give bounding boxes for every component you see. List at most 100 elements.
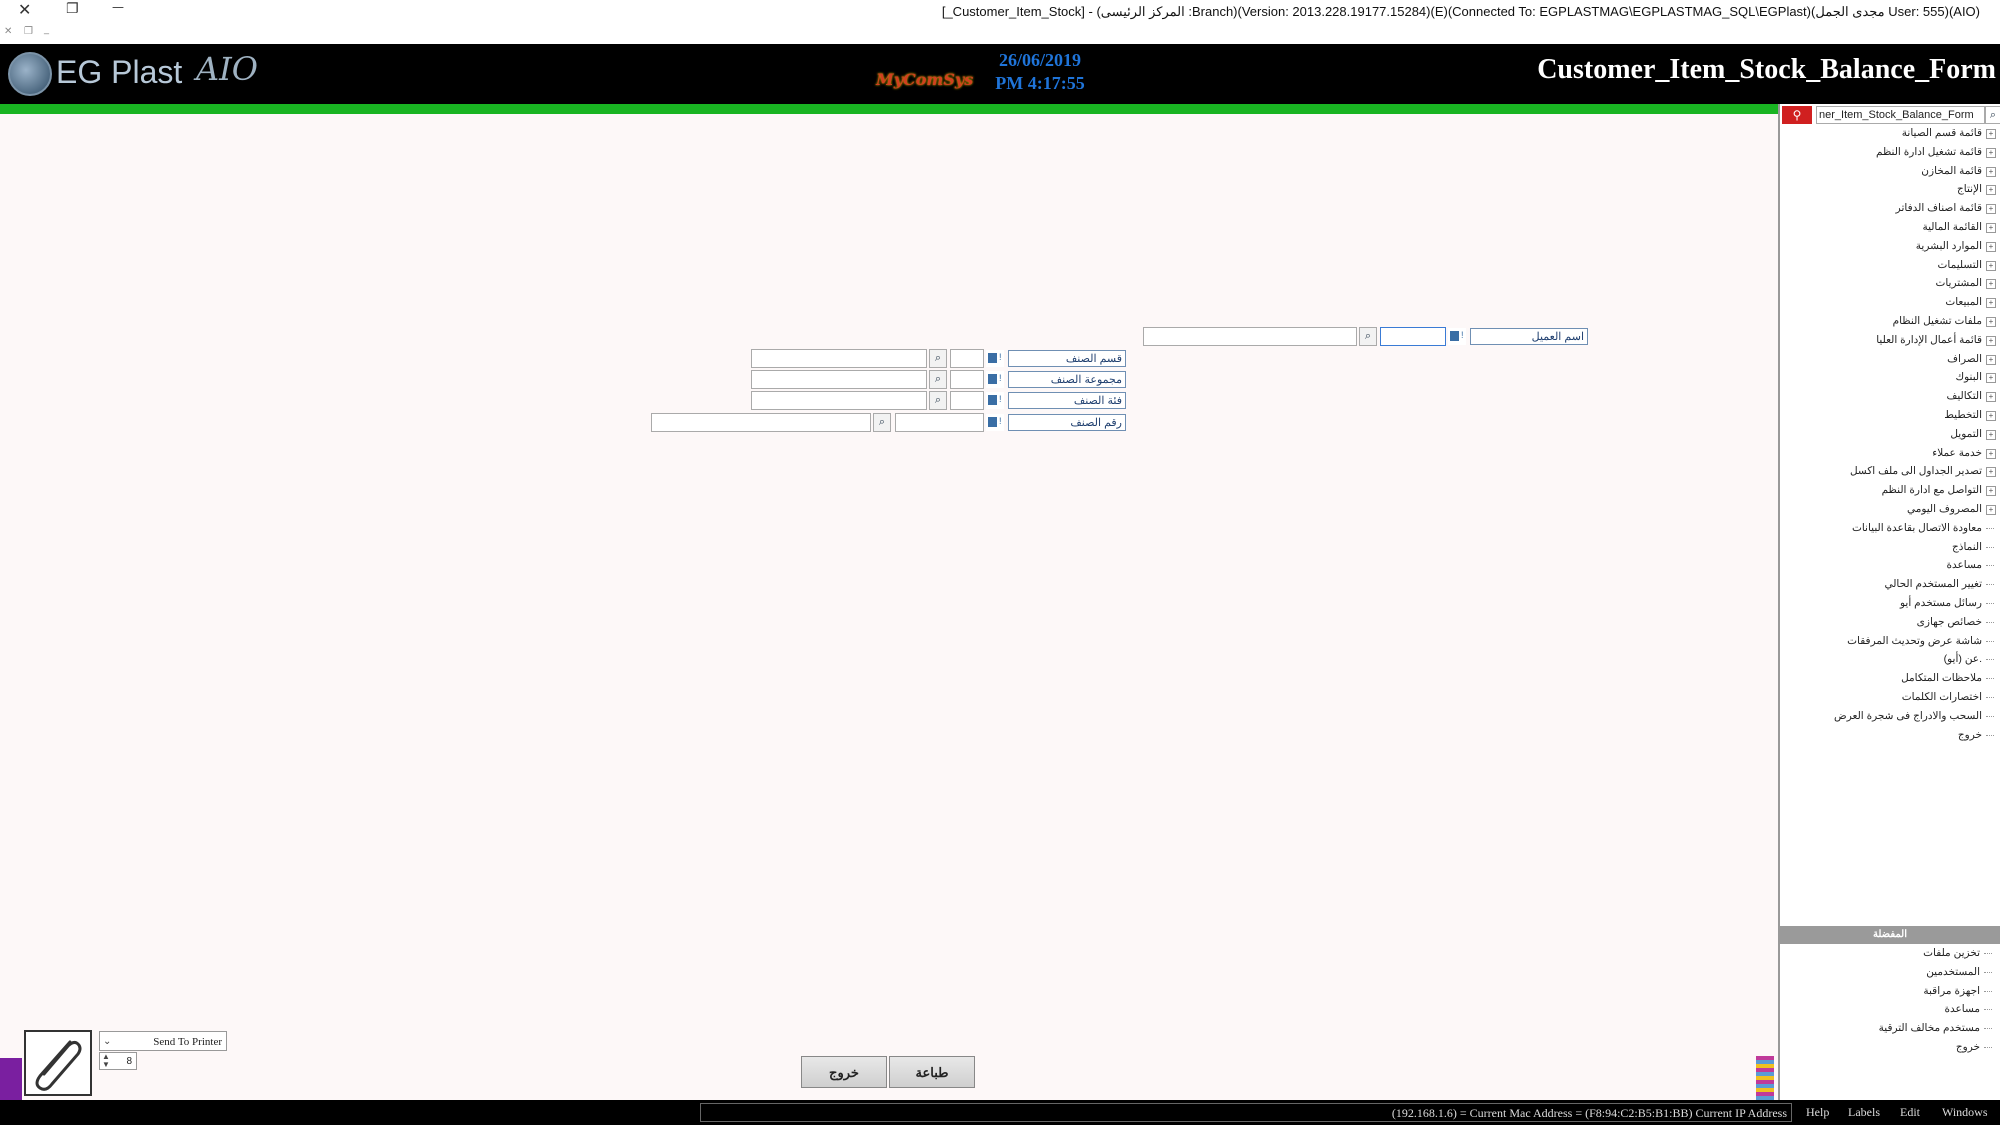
item-section-code-input[interactable] (950, 349, 984, 368)
tree-item[interactable]: شاشة عرض وتحديث المرفقات (1798, 632, 1998, 651)
expand-icon[interactable]: + (1986, 448, 1996, 459)
expand-icon[interactable]: + (1986, 335, 1996, 346)
expand-icon[interactable]: + (1986, 241, 1996, 252)
item-section-name-input[interactable] (751, 349, 927, 368)
restore-icon[interactable]: ❐ (66, 1, 79, 17)
tree-item[interactable]: خصائص جهازى (1798, 613, 1998, 632)
tree-item[interactable]: + ملفات تشغيل النظام (1798, 312, 1998, 331)
expand-icon[interactable]: + (1986, 298, 1996, 309)
tree-item[interactable]: ملاحظات المتكامل (1798, 669, 1998, 688)
tree-item[interactable]: + قائمة أعمال الإدارة العليا (1798, 331, 1998, 350)
attachment-button[interactable] (24, 1030, 92, 1096)
tree-item[interactable]: + خدمة عملاء (1798, 444, 1998, 463)
customer-name-input[interactable] (1143, 327, 1357, 346)
tree-item[interactable]: + قائمة قسم الصيانة (1798, 124, 1998, 143)
expand-icon[interactable]: + (1986, 204, 1996, 215)
tree-item[interactable]: السحب والادراج فى شجرة العرض (1798, 707, 1998, 726)
close-icon[interactable]: ✕ (18, 0, 31, 19)
item-section-checkbox[interactable]: ! (986, 350, 1004, 367)
sidebar-search-input[interactable]: ner_Item_Stock_Balance_Form (1816, 106, 1986, 124)
item-category-checkbox[interactable]: ! (986, 392, 1004, 409)
expand-icon[interactable]: + (1986, 354, 1996, 365)
tree-item[interactable]: + التخطيط (1798, 406, 1998, 425)
tree-item[interactable]: + تصدير الجداول الى ملف اكسل (1798, 462, 1998, 481)
tree-item[interactable]: + قائمة تشغيل ادارة النظم (1798, 143, 1998, 162)
stepper-arrows-icon[interactable]: ▲ ▼ (102, 1053, 110, 1069)
item-category-search-button[interactable]: ⌕ (929, 391, 947, 410)
exit-button[interactable]: خروج (801, 1056, 887, 1088)
tree-item[interactable]: + قائمة اصناف الدفاتر (1798, 199, 1998, 218)
tree-item[interactable]: + الموارد البشرية (1798, 237, 1998, 256)
right-side-tab[interactable] (1756, 1056, 1774, 1100)
tree-item[interactable]: خروج (1796, 1038, 1996, 1057)
expand-icon[interactable]: + (1986, 222, 1996, 233)
item-section-search-button[interactable]: ⌕ (929, 349, 947, 368)
mdi-restore-icon[interactable]: ❐ (24, 26, 33, 37)
expand-icon[interactable]: + (1986, 467, 1996, 478)
tree-item[interactable]: رسائل مستخدم أيو (1798, 594, 1998, 613)
tree-item[interactable]: اجهزة مراقبة (1796, 982, 1996, 1001)
tree-item[interactable]: مساعدة (1798, 556, 1998, 575)
menu-labels[interactable]: Labels (1848, 1105, 1880, 1120)
customer-code-input[interactable] (1380, 327, 1446, 346)
item-number-checkbox[interactable]: ! (986, 414, 1004, 431)
tree-item[interactable]: + البنوك (1798, 368, 1998, 387)
tree-item[interactable]: + الصراف (1798, 350, 1998, 369)
item-group-name-input[interactable] (751, 370, 927, 389)
expand-icon[interactable]: + (1986, 129, 1996, 139)
expand-icon[interactable]: + (1986, 185, 1996, 196)
item-number-name-input[interactable] (651, 413, 871, 432)
copies-stepper[interactable]: ▲ ▼ 8 (99, 1052, 137, 1070)
customer-checkbox[interactable]: ! (1448, 328, 1466, 345)
tree-item[interactable]: + التكاليف (1798, 387, 1998, 406)
tree-item[interactable]: مساعدة (1796, 1000, 1996, 1019)
tree-item[interactable]: مستخدم مخالف الترقية (1796, 1019, 1996, 1038)
printer-select[interactable]: ⌄ Send To Printer (99, 1031, 227, 1051)
mdi-minimize-icon[interactable]: _ (44, 24, 49, 35)
expand-icon[interactable]: + (1986, 504, 1996, 515)
expand-icon[interactable]: + (1986, 260, 1996, 271)
tree-item[interactable]: + التسليمات (1798, 256, 1998, 275)
expand-icon[interactable]: + (1986, 486, 1996, 497)
tree-item[interactable]: + الإنتاج (1798, 180, 1998, 199)
tree-item[interactable]: تخزين ملفات (1796, 944, 1996, 963)
tree-item[interactable]: النماذج (1798, 538, 1998, 557)
tree-item[interactable]: عن (أيو). (1798, 650, 1998, 669)
expand-icon[interactable]: + (1986, 316, 1996, 327)
menu-windows[interactable]: Windows (1942, 1105, 1988, 1120)
sidebar-search-icon[interactable]: ⌕ (1984, 106, 2000, 124)
item-category-name-input[interactable] (751, 391, 927, 410)
menu-help[interactable]: Help (1806, 1105, 1829, 1120)
expand-icon[interactable]: + (1986, 166, 1996, 177)
tree-item[interactable]: المستخدمين (1796, 963, 1996, 982)
item-number-search-button[interactable]: ⌕ (873, 413, 891, 432)
left-side-tab[interactable] (0, 1058, 22, 1100)
item-group-code-input[interactable] (950, 370, 984, 389)
expand-icon[interactable]: + (1986, 429, 1996, 440)
item-group-search-button[interactable]: ⌕ (929, 370, 947, 389)
minimize-icon[interactable]: — (112, 0, 124, 14)
tree-item[interactable]: + التمويل (1798, 425, 1998, 444)
expand-icon[interactable]: + (1986, 147, 1996, 158)
expand-icon[interactable]: + (1986, 410, 1996, 421)
tree-item[interactable]: + القائمة المالية (1798, 218, 1998, 237)
sidebar-search-button[interactable]: ⚲ (1782, 106, 1812, 124)
expand-icon[interactable]: + (1986, 373, 1996, 384)
item-number-code-input[interactable] (895, 413, 984, 432)
customer-search-button[interactable]: ⌕ (1359, 327, 1377, 346)
expand-icon[interactable]: + (1986, 392, 1996, 403)
tree-item[interactable]: تغيير المستخدم الحالي (1798, 575, 1998, 594)
tree-item[interactable]: + قائمة المخازن (1798, 162, 1998, 181)
tree-item[interactable]: + المصروف اليومي (1798, 500, 1998, 519)
print-button[interactable]: طباعة (889, 1056, 975, 1088)
tree-item[interactable]: معاودة الاتصال بقاعدة البيانات (1798, 519, 1998, 538)
tree-item[interactable]: + المبيعات (1798, 293, 1998, 312)
tree-item[interactable]: خروج (1798, 726, 1998, 745)
tree-item[interactable]: + المشتريات (1798, 274, 1998, 293)
expand-icon[interactable]: + (1986, 279, 1996, 290)
tree-item[interactable]: اختصارات الكلمات (1798, 688, 1998, 707)
menu-edit[interactable]: Edit (1900, 1105, 1920, 1120)
mdi-close-icon[interactable]: ✕ (4, 26, 12, 37)
tree-item[interactable]: + التواصل مع ادارة النظم (1798, 481, 1998, 500)
item-category-code-input[interactable] (950, 391, 984, 410)
